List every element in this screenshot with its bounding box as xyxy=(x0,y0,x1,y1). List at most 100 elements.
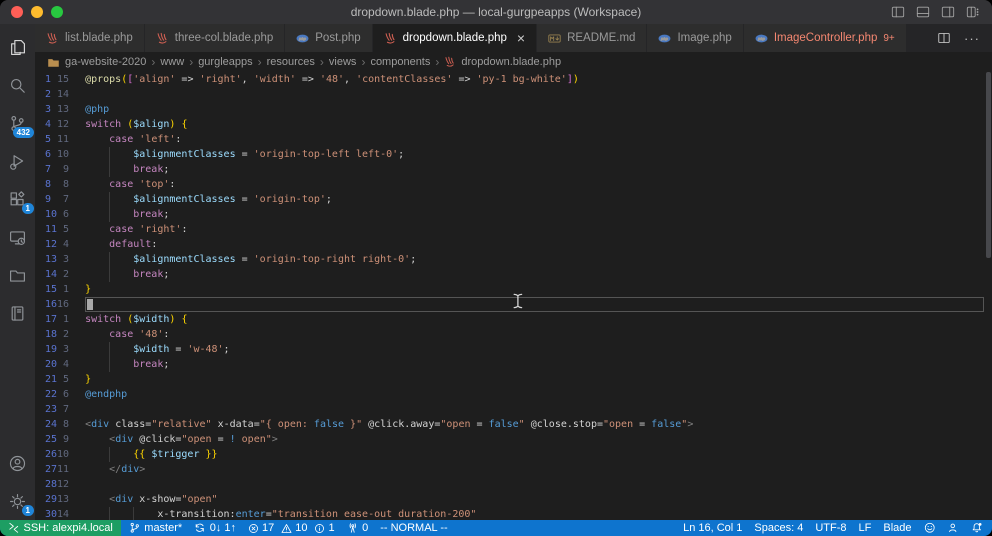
line-number-relative: 12 xyxy=(57,477,69,492)
code-line[interactable]: 259 <div @click="open = ! open"> xyxy=(35,432,992,447)
breadcrumb-item-ga-website-2020[interactable]: ga-website-2020 xyxy=(65,56,146,68)
line-number-relative: 11 xyxy=(57,462,69,477)
activity-item-source-control[interactable]: 432 xyxy=(0,104,35,142)
code-line[interactable]: 2812 xyxy=(35,477,992,492)
status-problems[interactable]: 17101 xyxy=(242,520,341,536)
code-line[interactable]: 214 xyxy=(35,87,992,102)
toggle-panel-icon[interactable] xyxy=(916,5,930,19)
code-line[interactable]: 313@php xyxy=(35,102,992,117)
code-line[interactable]: 3014 x-transition:enter="transition ease… xyxy=(35,507,992,520)
status-bar: SSH: alexpi4.localmaster*0↓ 1↑17101 0 -- N… xyxy=(0,520,992,536)
status-vim-mode[interactable]: -- NORMAL -- xyxy=(374,520,453,536)
status-indentation[interactable]: Spaces: 4 xyxy=(748,520,809,536)
activity-item-settings[interactable]: 1 xyxy=(0,482,35,520)
customize-layout-icon[interactable] xyxy=(966,5,980,19)
activity-item-notebook[interactable] xyxy=(0,294,35,332)
line-number-relative: 7 xyxy=(57,192,69,207)
tab-actions: ··· xyxy=(925,24,992,52)
code-line[interactable]: 142 break; xyxy=(35,267,992,282)
window-control-close[interactable] xyxy=(11,6,23,18)
line-content: $width = 'w-48'; xyxy=(85,342,984,357)
scrollbar-thumb[interactable] xyxy=(986,72,991,258)
tab-post-php[interactable]: phpPost.php xyxy=(285,24,372,52)
tab-image-php[interactable]: phpImage.php xyxy=(647,24,743,52)
activity-item-run-debug[interactable] xyxy=(0,142,35,180)
code-line[interactable]: 193 $width = 'w-48'; xyxy=(35,342,992,357)
code-line[interactable]: 2711 </div> xyxy=(35,462,992,477)
tab-close-icon[interactable]: × xyxy=(517,31,525,45)
status-notifications[interactable] xyxy=(965,520,989,536)
status-language-mode[interactable]: Blade xyxy=(877,520,917,536)
breadcrumb-separator: › xyxy=(189,55,193,69)
svg-text:php: php xyxy=(758,36,766,41)
code-line[interactable]: 610 $alignmentClasses = 'origin-top-left… xyxy=(35,147,992,162)
status-git-branch[interactable]: master* xyxy=(123,520,188,536)
breadcrumb-item-gurgleapps[interactable]: gurgleapps xyxy=(198,56,252,68)
tab-label: ImageController.php xyxy=(774,32,878,44)
code-line[interactable]: 2913 <div x-show="open" xyxy=(35,492,992,507)
code-line[interactable]: 182 case '48': xyxy=(35,327,992,342)
search-icon xyxy=(9,77,26,94)
code-line[interactable]: 412switch ($align) { xyxy=(35,117,992,132)
activity-item-search[interactable] xyxy=(0,66,35,104)
tab-dropdown-blade-php[interactable]: dropdown.blade.php× xyxy=(373,24,537,52)
code-line[interactable]: 115 case 'right': xyxy=(35,222,992,237)
status-cursor-position[interactable]: Ln 16, Col 1 xyxy=(677,520,748,536)
line-number-absolute: 10 xyxy=(45,207,57,222)
activity-item-accounts[interactable] xyxy=(0,444,35,482)
code-line[interactable]: 215} xyxy=(35,372,992,387)
toggle-sidebar-icon[interactable] xyxy=(891,5,905,19)
tab-three-col-blade-php[interactable]: three-col.blade.php xyxy=(145,24,285,52)
branch-icon xyxy=(129,522,141,534)
status-remote-explorer-status[interactable] xyxy=(941,520,965,536)
line-content xyxy=(85,87,984,102)
activity-item-extensions[interactable]: 1 xyxy=(0,180,35,218)
breadcrumb-item-www[interactable]: www xyxy=(160,56,184,68)
code-line[interactable]: 226@endphp xyxy=(35,387,992,402)
status-count-label: 1 xyxy=(328,520,334,536)
status-label: 0 xyxy=(362,520,368,536)
status-remote-host[interactable]: SSH: alexpi4.local xyxy=(0,520,121,536)
status-encoding[interactable]: UTF-8 xyxy=(809,520,852,536)
code-line[interactable]: 237 xyxy=(35,402,992,417)
code-line[interactable]: 133 $alignmentClasses = 'origin-top-righ… xyxy=(35,252,992,267)
svg-text:php: php xyxy=(661,36,669,41)
tab-list-blade-php[interactable]: list.blade.php xyxy=(35,24,145,52)
split-editor-icon[interactable] xyxy=(937,31,951,45)
line-number-relative: 16 xyxy=(57,297,69,312)
code-line[interactable]: 511 case 'left': xyxy=(35,132,992,147)
breadcrumb-item-components[interactable]: components xyxy=(370,56,430,68)
status-ports[interactable]: 0 xyxy=(341,520,375,536)
code-line[interactable]: 204 break; xyxy=(35,357,992,372)
window-control-zoom[interactable] xyxy=(51,6,63,18)
breadcrumb-item-resources[interactable]: resources xyxy=(267,56,315,68)
code-line[interactable]: 2610 {{ $trigger }} xyxy=(35,447,992,462)
breadcrumb-item-views[interactable]: views xyxy=(329,56,357,68)
code-line[interactable]: 248<div class="relative" x-data="{ open:… xyxy=(35,417,992,432)
line-number-absolute: 19 xyxy=(45,342,57,357)
code-line[interactable]: 97 $alignmentClasses = 'origin-top'; xyxy=(35,192,992,207)
code-line[interactable]: 106 break; xyxy=(35,207,992,222)
tab-readme-md[interactable]: README.md xyxy=(537,24,647,52)
breadcrumb-file[interactable]: dropdown.blade.php xyxy=(461,56,561,68)
status-left: SSH: alexpi4.localmaster*0↓ 1↑17101 0 -- N… xyxy=(0,520,454,536)
window-control-minimize[interactable] xyxy=(31,6,43,18)
status-label: Spaces: 4 xyxy=(754,520,803,536)
toggle-secondary-sidebar-icon[interactable] xyxy=(941,5,955,19)
activity-item-explorer[interactable] xyxy=(0,28,35,66)
more-actions[interactable]: ··· xyxy=(964,31,980,46)
code-line[interactable]: 115@props(['align' => 'right', 'width' =… xyxy=(35,72,992,87)
activity-item-live-preview[interactable] xyxy=(0,218,35,256)
code-line[interactable]: 79 break; xyxy=(35,162,992,177)
tab-imagecontroller-php[interactable]: phpImageController.php9+ xyxy=(744,24,907,52)
activity-item-project-folder[interactable] xyxy=(0,256,35,294)
code-line[interactable]: 88 case 'top': xyxy=(35,177,992,192)
line-number-absolute: 12 xyxy=(45,237,57,252)
line-content: @php xyxy=(85,102,984,117)
status-feedback[interactable] xyxy=(918,520,942,536)
status-eol[interactable]: LF xyxy=(853,520,878,536)
code-line[interactable]: 171switch ($width) { xyxy=(35,312,992,327)
code-line[interactable]: 124 default: xyxy=(35,237,992,252)
code-editor[interactable]: 115@props(['align' => 'right', 'width' =… xyxy=(35,72,992,520)
status-sync-changes[interactable]: 0↓ 1↑ xyxy=(188,520,242,536)
